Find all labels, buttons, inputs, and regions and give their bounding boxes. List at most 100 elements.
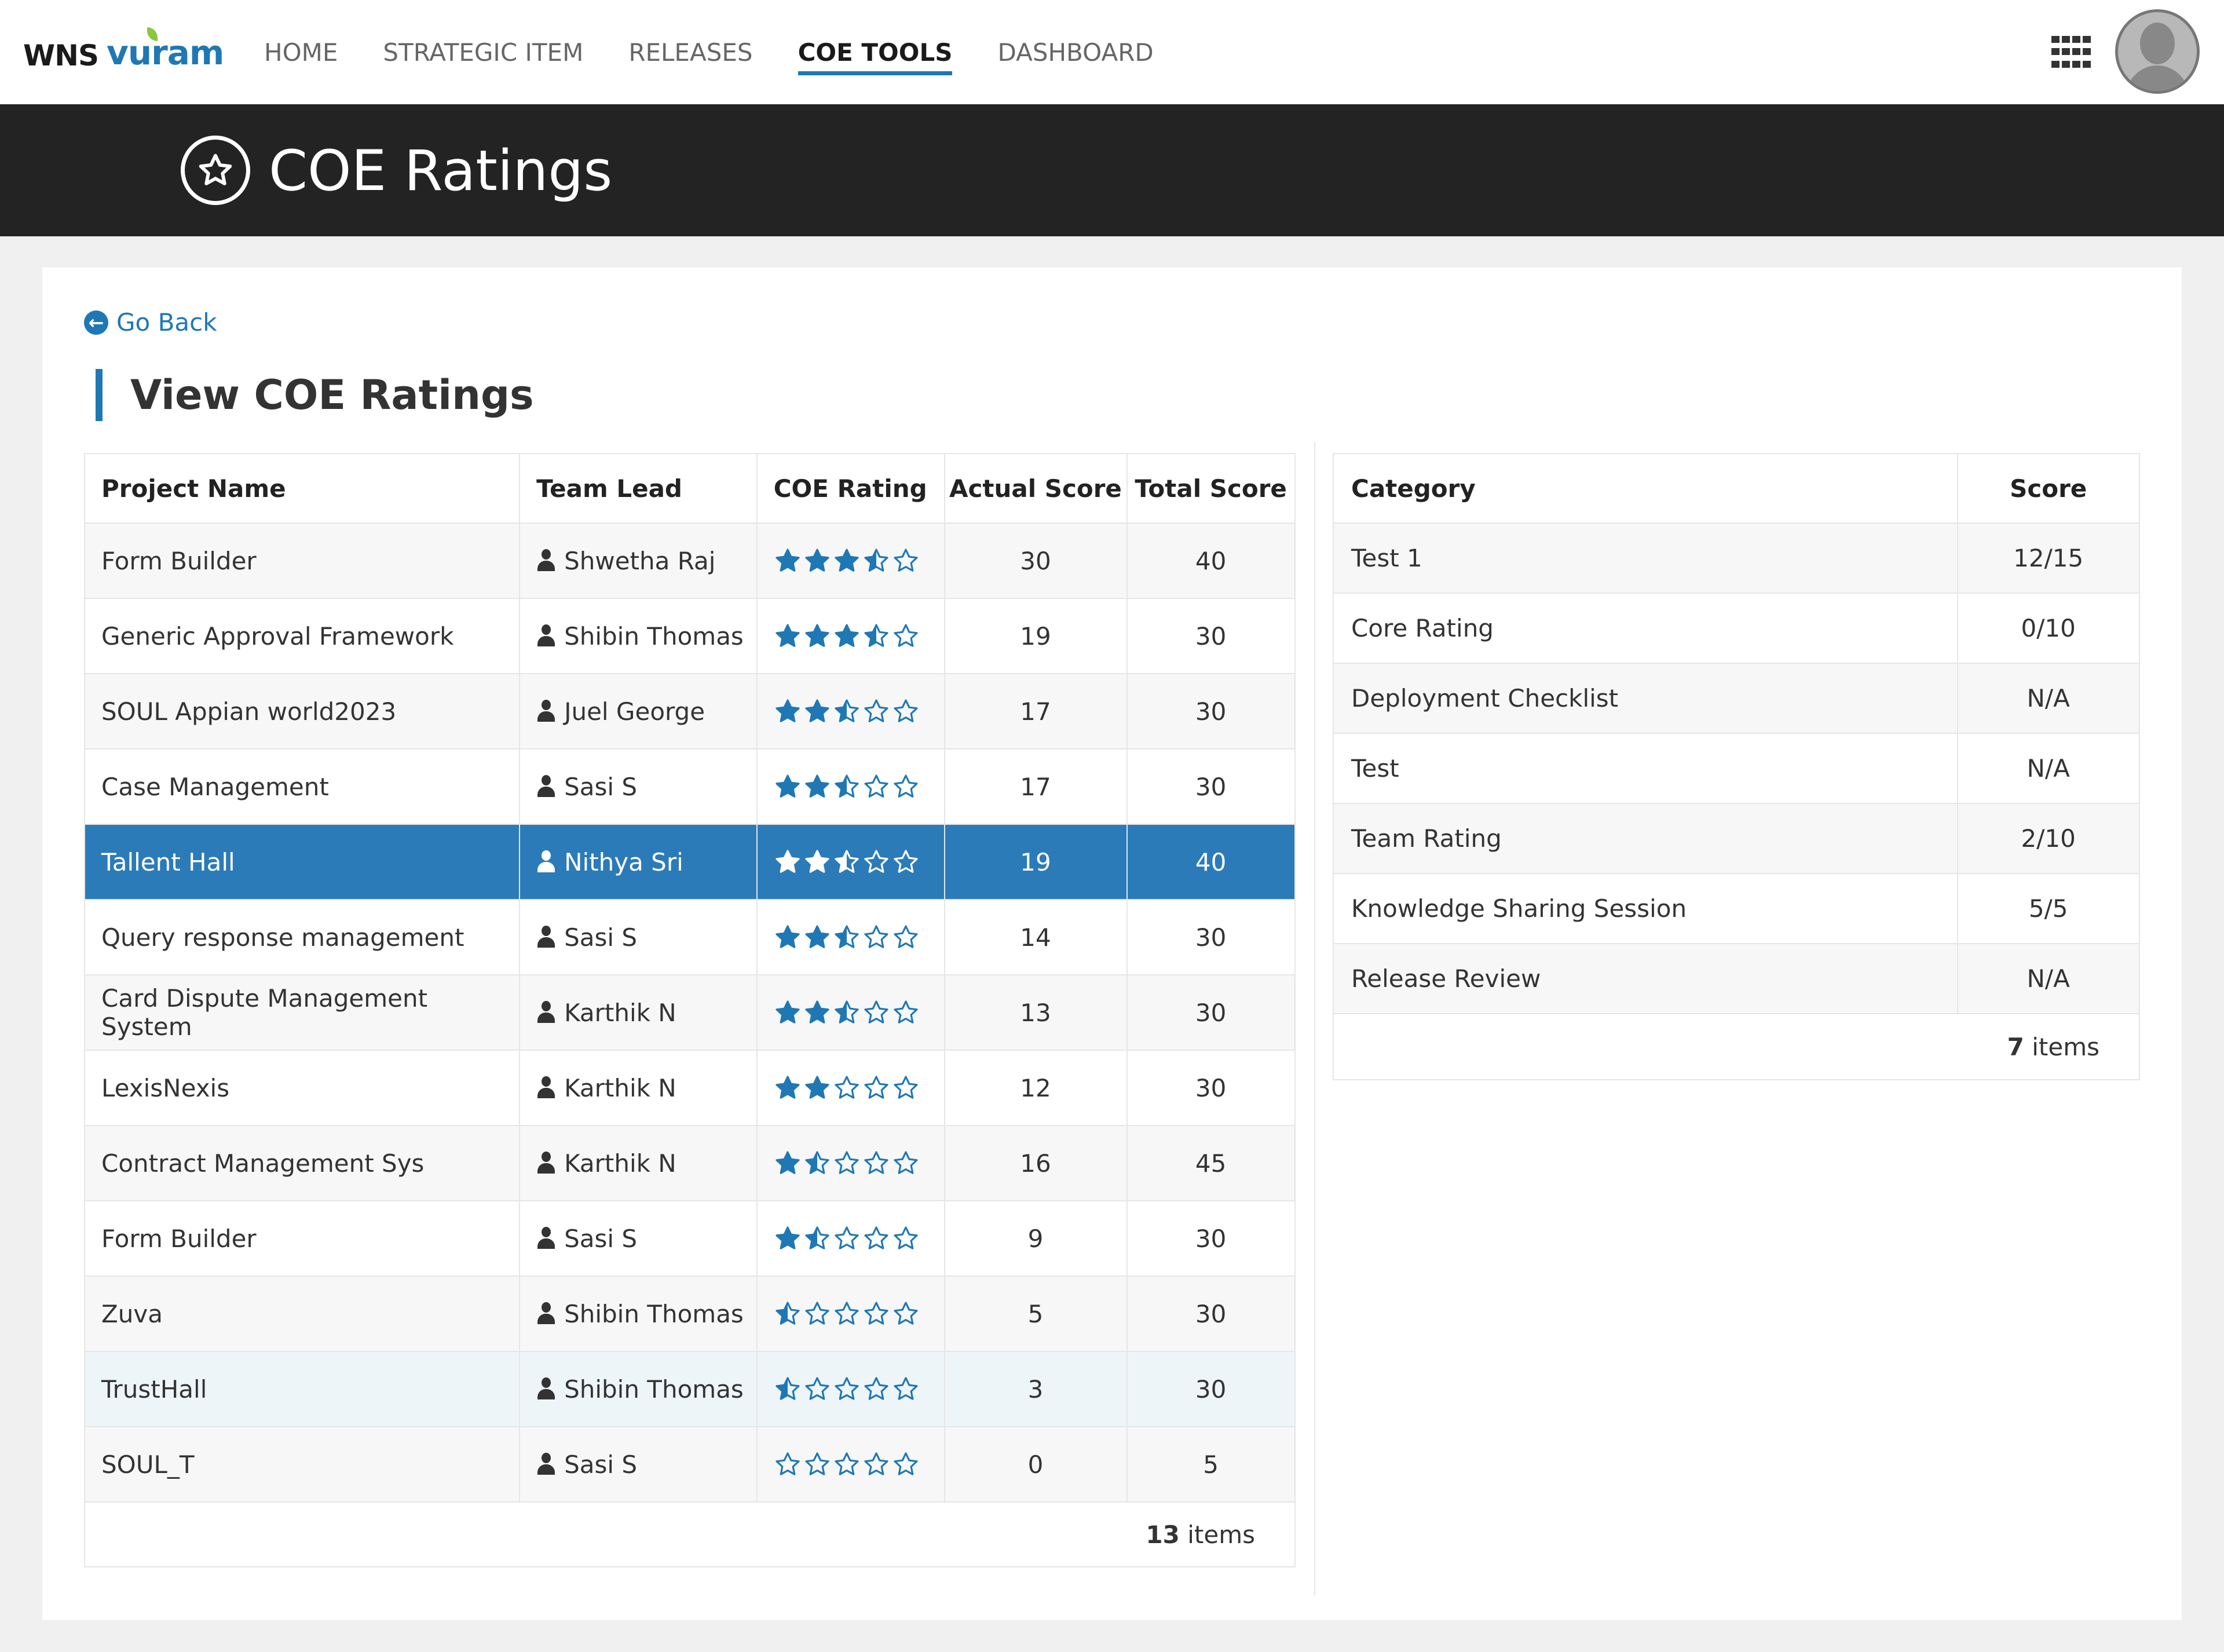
- header-actual-score[interactable]: Actual Score: [943, 453, 1128, 524]
- total-score-cell: 30: [1126, 1200, 1296, 1277]
- nav-strategic-item[interactable]: STRATEGIC ITEM: [383, 0, 583, 104]
- apps-grid-icon[interactable]: [2051, 36, 2092, 71]
- project-name-cell: Form Builder: [83, 522, 521, 599]
- star-icon: [776, 1151, 800, 1174]
- table-row[interactable]: Card Dispute Management System Karthik N 1…: [83, 974, 1296, 1051]
- table-row[interactable]: Deployment Checklist N/A: [1332, 663, 2140, 734]
- actual-score-cell: 12: [943, 1050, 1128, 1126]
- star-icon: [805, 1452, 829, 1475]
- star-icon: [835, 699, 859, 722]
- project-name-cell: Case Management: [83, 748, 521, 825]
- actual-score-cell: 5: [943, 1275, 1128, 1352]
- table-row[interactable]: Generic Approval Framework Shibin Thomas 1…: [83, 598, 1296, 674]
- category-cell: Deployment Checklist: [1332, 663, 1959, 734]
- user-icon: [536, 1227, 556, 1250]
- star-rating: [774, 1225, 943, 1252]
- star-icon: [805, 1000, 829, 1024]
- star-icon: [776, 549, 800, 572]
- table-row[interactable]: LexisNexis Karthik N 12 30: [83, 1050, 1296, 1126]
- star-rating: [774, 1074, 943, 1102]
- table-row[interactable]: Case Management Sasi S 17 30: [83, 748, 1296, 825]
- header-coe-rating[interactable]: COE Rating: [756, 453, 945, 524]
- star-rating: [774, 697, 943, 725]
- star-rating: [774, 622, 943, 650]
- nav-coe-tools[interactable]: COE TOOLS: [798, 0, 952, 104]
- project-name-cell: Generic Approval Framework: [83, 598, 521, 674]
- coe-rating-cell: [756, 1275, 945, 1352]
- team-lead-cell: Shibin Thomas: [519, 1275, 758, 1352]
- header-category[interactable]: Category: [1332, 453, 1959, 524]
- header-score[interactable]: Score: [1957, 453, 2140, 524]
- star-badge-icon: [181, 136, 250, 205]
- star-icon: [805, 1377, 829, 1400]
- category-item-count: 7 items: [1333, 1013, 2140, 1080]
- category-cell: Test 1: [1332, 522, 1959, 594]
- star-icon: [864, 925, 888, 948]
- go-back-label: Go Back: [116, 308, 217, 337]
- team-lead-cell: Sasi S: [519, 1426, 758, 1503]
- table-row[interactable]: Query response management Sasi S 14 30: [83, 899, 1296, 975]
- team-lead-cell: Nithya Sri: [519, 824, 758, 900]
- table-row[interactable]: Release Review N/A: [1332, 943, 2140, 1014]
- star-rating: [774, 923, 943, 951]
- user-icon: [536, 1377, 556, 1401]
- user-icon: [536, 1302, 556, 1325]
- coe-rating-cell: [756, 1351, 945, 1427]
- user-icon: [536, 1001, 556, 1024]
- total-score-cell: 30: [1126, 598, 1296, 674]
- star-icon: [805, 549, 829, 572]
- star-icon: [894, 1076, 918, 1099]
- header-team-lead[interactable]: Team Lead: [519, 453, 758, 524]
- table-row[interactable]: Tallent Hall Nithya Sri 19 40: [83, 824, 1296, 900]
- table-row[interactable]: Form Builder Sasi S 9 30: [83, 1200, 1296, 1277]
- table-row[interactable]: SOUL Appian world2023 Juel George 17 30: [83, 673, 1296, 750]
- table-row[interactable]: Core Rating 0/10: [1332, 593, 2140, 664]
- star-icon: [776, 850, 800, 873]
- star-icon: [805, 1151, 829, 1174]
- header-project-name[interactable]: Project Name: [83, 453, 521, 524]
- star-icon: [835, 774, 859, 798]
- star-icon: [835, 1151, 859, 1174]
- user-icon: [536, 549, 556, 572]
- nav-releases[interactable]: RELEASES: [628, 0, 752, 104]
- table-row[interactable]: Form Builder Shwetha Raj 30 40: [83, 522, 1296, 599]
- star-icon: [835, 1226, 859, 1249]
- table-row[interactable]: Test 1 12/15: [1332, 522, 2140, 594]
- star-icon: [835, 1302, 859, 1325]
- go-back-link[interactable]: ← Go Back: [84, 308, 217, 337]
- brand-vuram: vuram: [107, 27, 224, 72]
- brand-logo[interactable]: WNS vuram: [23, 27, 224, 72]
- star-icon: [835, 1452, 859, 1475]
- coe-rating-cell: [756, 748, 945, 825]
- star-icon: [894, 1151, 918, 1174]
- main-nav: HOME STRATEGIC ITEM RELEASES COE TOOLS D…: [264, 0, 1199, 104]
- nav-home[interactable]: HOME: [264, 0, 338, 104]
- table-row[interactable]: Contract Management Sys Karthik N 16 45: [83, 1125, 1296, 1201]
- category-cell: Core Rating: [1332, 593, 1959, 664]
- table-row[interactable]: Test N/A: [1332, 733, 2140, 804]
- coe-rating-cell: [756, 1426, 945, 1503]
- star-icon: [776, 1226, 800, 1249]
- table-row[interactable]: Team Rating 2/10: [1332, 803, 2140, 874]
- star-icon: [894, 1377, 918, 1400]
- category-cell: Team Rating: [1332, 803, 1959, 874]
- star-icon: [864, 774, 888, 798]
- user-icon: [536, 1076, 556, 1099]
- star-icon: [835, 1377, 859, 1400]
- table-row[interactable]: Knowledge Sharing Session 5/5: [1332, 873, 2140, 944]
- actual-score-cell: 14: [943, 899, 1128, 975]
- header-total-score[interactable]: Total Score: [1126, 453, 1296, 524]
- table-row[interactable]: Zuva Shibin Thomas 5 30: [83, 1275, 1296, 1352]
- project-name-cell: Zuva: [83, 1275, 521, 1352]
- user-avatar[interactable]: [2115, 9, 2200, 94]
- star-icon: [864, 1377, 888, 1400]
- projects-table: Project Name Team Lead COE Rating Actual…: [83, 453, 1296, 1567]
- star-icon: [805, 850, 829, 873]
- actual-score-cell: 19: [943, 824, 1128, 900]
- projects-item-count: 13 items: [84, 1501, 1296, 1567]
- star-icon: [894, 624, 918, 647]
- table-row[interactable]: SOUL_T Sasi S 05: [83, 1426, 1296, 1503]
- nav-dashboard[interactable]: DASHBOARD: [997, 0, 1153, 104]
- team-lead-cell: Shibin Thomas: [519, 598, 758, 674]
- table-row[interactable]: TrustHall Shibin Thomas 3 30: [83, 1351, 1296, 1427]
